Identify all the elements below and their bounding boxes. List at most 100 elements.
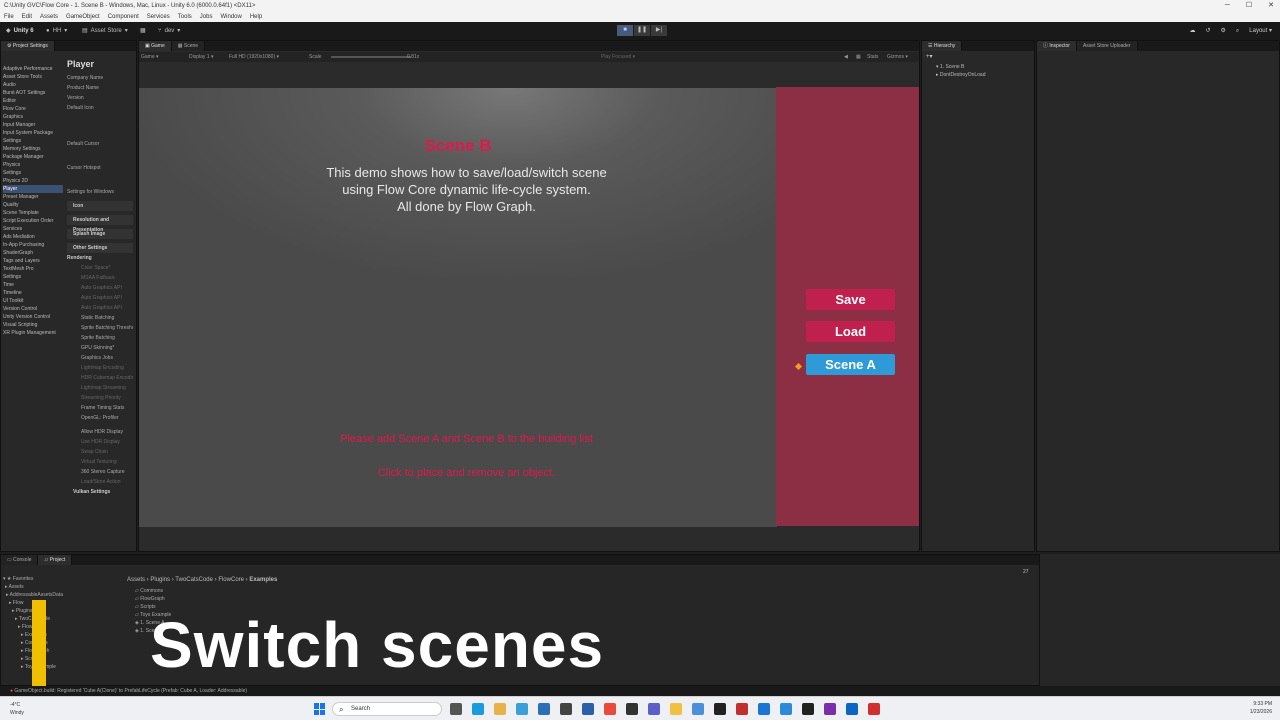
settings-category-item[interactable]: Adaptive Performance [3, 65, 63, 73]
account-button[interactable]: ● HH ▾ [46, 22, 67, 40]
settings-category-item[interactable]: Unity Version Control [3, 313, 63, 321]
tree-folder-item[interactable]: ▸ Flow [3, 599, 119, 607]
settings-category-item[interactable]: Editor [3, 97, 63, 105]
settings-category-item[interactable]: Ads Mediation [3, 233, 63, 241]
app-icon[interactable] [824, 703, 836, 715]
settings-category-item[interactable]: Player [3, 185, 63, 193]
cloud-icon[interactable]: ☁ [1190, 22, 1196, 40]
menu-services[interactable]: Services [147, 12, 170, 22]
menu-assets[interactable]: Assets [40, 12, 58, 22]
settings-category-item[interactable]: Timeline [3, 289, 63, 297]
gizmos-dropdown[interactable]: Gizmos ▾ [887, 52, 908, 62]
branch-button[interactable]: ⑂ dev ▾ [158, 22, 180, 40]
minimize-icon[interactable]: ─ [1225, 0, 1230, 12]
close-icon[interactable]: ✕ [1268, 0, 1274, 12]
section-icon[interactable]: Icon [67, 201, 133, 211]
tab-scene[interactable]: ▦ Scene [171, 41, 206, 51]
display-dropdown[interactable]: Display 1 ▾ [189, 52, 213, 62]
stop-button[interactable]: ■ [617, 25, 633, 36]
tab-project[interactable]: ▱ Project [38, 555, 73, 565]
section-resolution[interactable]: Resolution and Presentation [67, 215, 133, 233]
menu-help[interactable]: Help [250, 12, 262, 22]
settings-category-item[interactable]: Version Control [3, 305, 63, 313]
tab-project-settings[interactable]: ⚙ Project Settings [1, 41, 55, 51]
settings-category-item[interactable]: Visual Scripting [3, 321, 63, 329]
breadcrumb-item[interactable]: Examples [249, 577, 277, 583]
project-file-item[interactable]: ▱ Commons [135, 587, 171, 595]
task-view-icon[interactable] [450, 703, 462, 715]
gear-icon[interactable]: ⚙ [1221, 22, 1226, 40]
settings-category-item[interactable]: Preset Manager [3, 193, 63, 201]
app-icon[interactable] [780, 703, 792, 715]
settings-category-item[interactable]: Flow Core [3, 105, 63, 113]
play-focused-dropdown[interactable]: Play Focused ▾ [601, 52, 635, 62]
scale-slider[interactable] [331, 56, 411, 58]
audio-icon[interactable]: ◀ [844, 52, 848, 62]
settings-category-item[interactable]: TextMesh Pro [3, 265, 63, 273]
resolution-dropdown[interactable]: Full HD (1920x1080) ▾ [229, 52, 279, 62]
menu-component[interactable]: Component [108, 12, 139, 22]
vscode-icon[interactable] [846, 703, 858, 715]
settings-category-item[interactable]: In-App Purchasing [3, 241, 63, 249]
tree-folder-item[interactable]: ▸ Plugins [3, 607, 119, 615]
settings-category-item[interactable]: Burst AOT Settings [3, 89, 63, 97]
settings-category-item[interactable]: Quality [3, 201, 63, 209]
settings-category-item[interactable]: Tags and Layers [3, 257, 63, 265]
settings-category-item[interactable]: Settings [3, 273, 63, 281]
breadcrumb-item[interactable]: TwoCatsCode [175, 577, 213, 583]
settings-category-item[interactable]: Scene Template [3, 209, 63, 217]
project-file-item[interactable]: ▱ FlowGraph [135, 595, 171, 603]
menu-tools[interactable]: Tools [178, 12, 192, 22]
tab-hierarchy[interactable]: ☰ Hierarchy [922, 41, 963, 51]
scene-a-button[interactable]: Scene A [806, 354, 895, 375]
app-icon[interactable] [868, 703, 880, 715]
taskbar-search[interactable]: ⌕ Search [332, 702, 442, 716]
settings-category-item[interactable]: Input Manager [3, 121, 63, 129]
edge-icon[interactable] [472, 703, 484, 715]
section-other-settings[interactable]: Other Settings [67, 243, 133, 253]
favorites-item[interactable]: ▾ ★ Favorites [3, 575, 119, 583]
app-icon[interactable] [560, 703, 572, 715]
tree-folder-item[interactable]: ▸ Assets [3, 583, 119, 591]
app-icon[interactable] [538, 703, 550, 715]
step-button[interactable]: ▶| [651, 25, 667, 36]
tab-game[interactable]: ▣ Game [139, 41, 172, 51]
section-splash[interactable]: Splash Image [67, 229, 133, 239]
menu-gameobject[interactable]: GameObject [66, 12, 100, 22]
chrome-icon[interactable] [604, 703, 616, 715]
settings-category-item[interactable]: Settings [3, 137, 63, 145]
menu-edit[interactable]: Edit [22, 12, 32, 22]
unity-menu-button[interactable]: ◆ Unity 6 [6, 22, 34, 40]
settings-category-item[interactable]: UI Toolkit [3, 297, 63, 305]
settings-category-item[interactable]: XR Plugin Management [3, 329, 63, 337]
tree-folder-item[interactable]: ▸ TwoCatsCode [3, 615, 119, 623]
hierarchy-item-scene-b[interactable]: ▾ 1. Scene B [936, 63, 986, 71]
settings-category-item[interactable]: Script Execution Order [3, 217, 63, 225]
layers-button[interactable]: ▦ [140, 22, 146, 40]
settings-category-item[interactable]: Time [3, 281, 63, 289]
status-message[interactable]: GameObject.build: Registered 'Cube A(Clo… [14, 688, 247, 694]
maximize-icon[interactable]: ☐ [1246, 0, 1252, 12]
app-icon[interactable] [736, 703, 748, 715]
settings-category-item[interactable]: Package Manager [3, 153, 63, 161]
tree-folder-item[interactable]: ▸ AddressableAssetsData [3, 591, 119, 599]
breadcrumb-item[interactable]: Assets [127, 577, 145, 583]
teams-icon[interactable] [648, 703, 660, 715]
app-icon[interactable] [692, 703, 704, 715]
game-mode-dropdown[interactable]: Game ▾ [141, 52, 159, 62]
settings-category-item[interactable]: ShaderGraph [3, 249, 63, 257]
app-icon[interactable] [516, 703, 528, 715]
stats-button[interactable]: Stats [867, 52, 878, 62]
settings-category-item[interactable]: Settings [3, 169, 63, 177]
windows-start-icon[interactable] [314, 703, 326, 715]
tree-folder-item[interactable]: ▸ Examples [3, 631, 119, 639]
breadcrumb-item[interactable]: FlowCore [218, 577, 244, 583]
unity-icon[interactable] [714, 703, 726, 715]
settings-category-item[interactable]: Services [3, 225, 63, 233]
tree-folder-item[interactable]: ▸ Scripts [3, 655, 119, 663]
tab-console[interactable]: ▭ Console [1, 555, 39, 565]
layout-dropdown[interactable]: Layout ▾ [1249, 22, 1272, 40]
settings-category-item[interactable]: Input System Package [3, 129, 63, 137]
menu-window[interactable]: Window [220, 12, 241, 22]
tree-folder-item[interactable]: ▸ Toys Example [3, 663, 119, 671]
